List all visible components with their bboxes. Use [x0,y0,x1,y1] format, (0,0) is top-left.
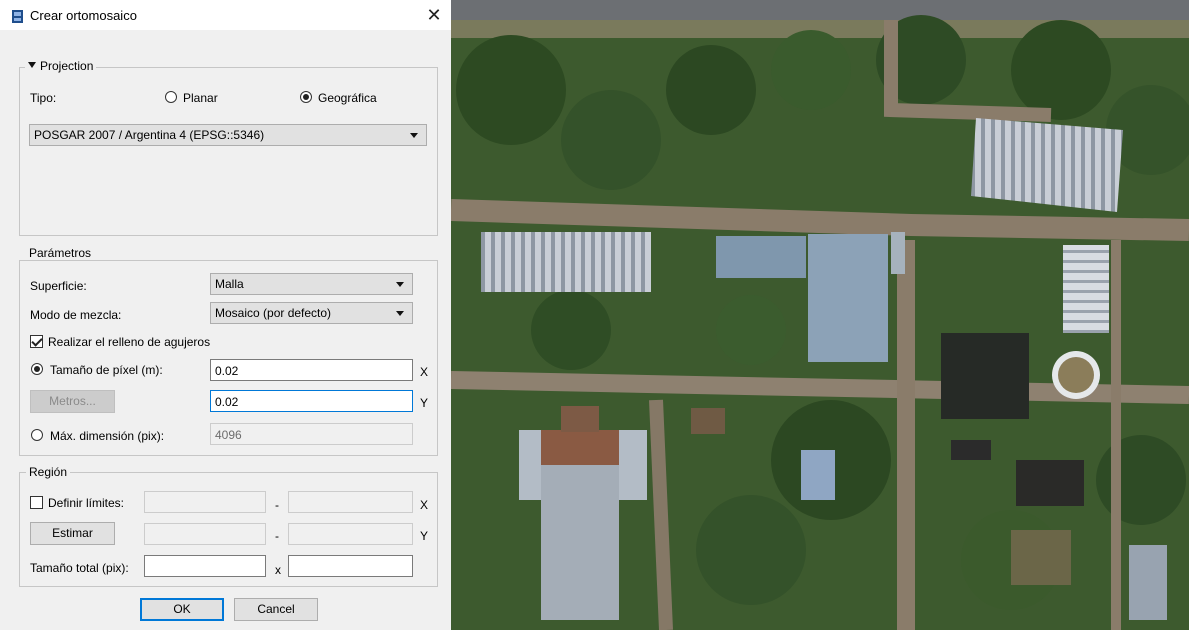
superficie-value: Malla [215,277,244,291]
ok-button[interactable]: OK [140,598,224,621]
max-dimension-label[interactable]: Máx. dimensión (pix): [50,429,164,443]
region-x-min-input[interactable] [144,491,266,513]
aerial-photo-drawing [451,0,1189,630]
estimar-button[interactable]: Estimar [30,522,115,545]
crear-ortomosaico-dialog: Crear ortomosaico ✕ Projection Tipo: Pla… [0,0,451,630]
region-x-axis-label: X [420,498,429,512]
crs-value: POSGAR 2007 / Argentina 4 (EPSG::5346) [34,128,265,142]
planar-radio[interactable] [165,91,177,103]
window-title: Crear ortomosaico [30,8,137,23]
region-y-min-input[interactable] [144,523,266,545]
definir-limites-label[interactable]: Definir límites: [48,496,124,510]
total-size-label: Tamaño total (pix): [30,561,129,575]
mezcla-value: Mosaico (por defecto) [215,306,332,320]
chevron-down-icon [396,282,404,287]
aerial-orthomosaic-image [451,0,1189,630]
region-x-dash: - [275,498,279,512]
title-bar: Crear ortomosaico ✕ [0,0,451,30]
region-x-max-input[interactable] [288,491,413,513]
region-y-axis-label: Y [420,529,429,543]
app-icon [12,10,23,23]
region-legend: Región [26,465,71,479]
collapse-triangle-icon [28,62,36,68]
total-height-input[interactable] [288,555,413,577]
close-icon[interactable]: ✕ [424,4,444,26]
pixel-x-axis-label: X [420,365,429,379]
mezcla-label: Modo de mezcla: [30,308,122,322]
max-dimension-input[interactable]: 4096 [210,423,413,445]
metros-button[interactable]: Metros... [30,390,115,413]
pixel-y-axis-label: Y [420,396,429,410]
relleno-label[interactable]: Realizar el relleno de agujeros [48,335,210,349]
superficie-dropdown[interactable]: Malla [210,273,413,295]
region-y-max-input[interactable] [288,523,413,545]
geografica-radio[interactable] [300,91,312,103]
superficie-label: Superficie: [30,279,87,293]
cancel-button[interactable]: Cancel [234,598,318,621]
pixel-x-input[interactable]: 0.02 [210,359,413,381]
total-size-separator: x [275,563,281,577]
geografica-label[interactable]: Geográfica [318,91,377,105]
crs-dropdown[interactable]: POSGAR 2007 / Argentina 4 (EPSG::5346) [29,124,427,146]
chevron-down-icon [396,311,404,316]
definir-limites-checkbox[interactable] [30,496,43,509]
tipo-label: Tipo: [30,91,57,105]
chevron-down-icon [410,133,418,138]
pixel-y-input[interactable]: 0.02 [210,390,413,412]
total-width-input[interactable] [144,555,266,577]
pixel-size-radio[interactable] [31,363,43,375]
relleno-checkbox[interactable] [30,335,43,348]
projection-legend[interactable]: Projection [25,59,97,73]
max-dimension-radio[interactable] [31,429,43,441]
pixel-size-label[interactable]: Tamaño de píxel (m): [50,363,163,377]
region-y-dash: - [275,529,279,543]
planar-label[interactable]: Planar [183,91,218,105]
parametros-legend: Parámetros [26,246,95,260]
mezcla-dropdown[interactable]: Mosaico (por defecto) [210,302,413,324]
